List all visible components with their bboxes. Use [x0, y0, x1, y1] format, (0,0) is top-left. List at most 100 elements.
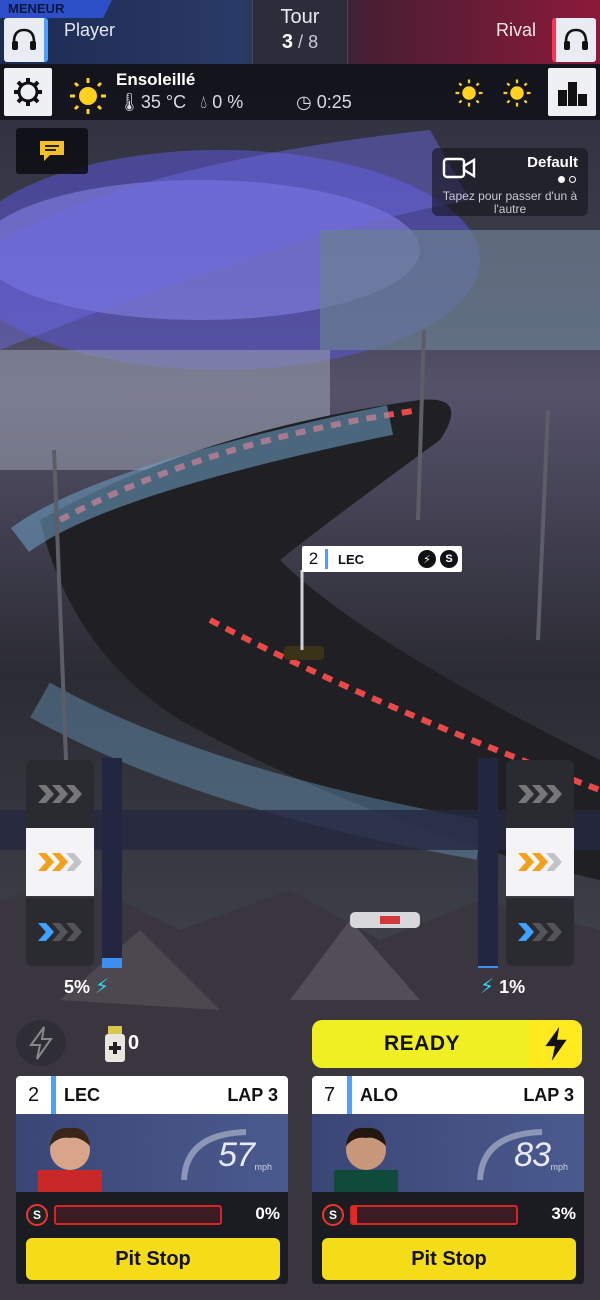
- double-chevron-icon: [518, 853, 562, 871]
- forecast-sun-icon: [503, 79, 531, 107]
- left-ers-selector: [26, 760, 94, 966]
- driver-number: 2: [16, 1076, 56, 1114]
- right-ers-value: 1%: [499, 977, 526, 997]
- left-ers-percent: 5% ⚡︎: [64, 974, 109, 999]
- time-readout: ◷ 0:25: [296, 92, 352, 113]
- camera-hint: Tapez pour passer d'un à l'autre: [442, 189, 578, 216]
- tyre-wear-percent: 3%: [551, 1204, 576, 1223]
- rival-radio-button[interactable]: [552, 18, 596, 62]
- lightning-icon: ⚡︎: [480, 976, 495, 998]
- single-chevron-icon: [518, 923, 562, 941]
- droplet-icon: 💧︎: [200, 92, 213, 112]
- temperature-value: 35 °C: [140, 92, 187, 112]
- lap-title: Tour: [280, 6, 320, 28]
- standings-button[interactable]: [548, 68, 596, 116]
- camera-switch[interactable]: Default Tapez pour passer d'un à l'autre: [432, 148, 588, 216]
- lap-counter: Tour 3 / 8: [252, 0, 348, 64]
- driver-card-1: 2 LEC LAP 3 57 mph S 0% Pit Stop: [16, 1076, 288, 1284]
- driver-portrait-panel: 83 mph: [312, 1114, 584, 1192]
- tyre-wear-bar: [350, 1205, 518, 1225]
- tyre-soft-icon: S: [440, 550, 458, 568]
- speed-unit: mph: [550, 1162, 568, 1172]
- dot-inactive: [569, 176, 576, 183]
- tyre-compound-icon: S: [26, 1204, 48, 1226]
- lightning-icon: ⚡︎: [95, 976, 110, 998]
- ers-mode-medium-button[interactable]: [26, 828, 94, 896]
- ers-mode-high-button[interactable]: [506, 760, 574, 828]
- rain-value: 0 %: [212, 92, 244, 112]
- weather-condition: Ensoleillé: [116, 70, 196, 89]
- gear-icon: [14, 78, 42, 106]
- driver-code: LEC: [64, 1084, 100, 1105]
- lap-total: 8: [308, 32, 319, 52]
- boost-button[interactable]: [530, 1020, 582, 1068]
- driver-card-header: 2 LEC LAP 3: [16, 1076, 288, 1114]
- video-camera-icon: [442, 157, 476, 179]
- driver-portrait-avatar: [38, 1127, 102, 1192]
- track-driver-tag[interactable]: 2 LEC ⚡︎ S: [302, 546, 462, 572]
- lightning-outline-icon: [29, 1026, 53, 1060]
- thermometer-icon: 🌡︎: [118, 92, 141, 112]
- speed-unit: mph: [254, 1162, 272, 1172]
- ers-mode-low-button[interactable]: [506, 898, 574, 966]
- lap-current: 3: [281, 31, 294, 53]
- ready-button[interactable]: READY: [312, 1020, 582, 1068]
- pit-stop-button[interactable]: Pit Stop: [26, 1238, 280, 1280]
- tyre-wear-percent: 0%: [255, 1204, 280, 1223]
- ers-mode-low-button[interactable]: [26, 898, 94, 966]
- lightning-icon: [545, 1027, 567, 1061]
- ready-label: READY: [384, 1032, 461, 1055]
- triple-chevron-icon: [518, 785, 562, 803]
- race-header: MENEUR Player Tour 3 / 8 Rival: [0, 0, 600, 64]
- camera-page-dots: [558, 176, 576, 183]
- headset-icon: [564, 28, 588, 50]
- repair-kit-count: 0: [128, 1032, 140, 1054]
- pit-stop-button[interactable]: Pit Stop: [322, 1238, 576, 1280]
- single-chevron-icon: [38, 923, 82, 941]
- repair-kit-icon: [105, 1026, 125, 1062]
- rival-name: Rival: [495, 20, 536, 40]
- podium-icon: [558, 82, 587, 106]
- driver-portrait-panel: 57 mph: [16, 1114, 288, 1192]
- lap-separator: /: [293, 32, 309, 52]
- right-ers-gauge: [478, 758, 498, 968]
- ers-mode-medium-button[interactable]: [506, 828, 574, 896]
- tyre-compound-icon: S: [322, 1204, 344, 1226]
- driver-lap: LAP 3: [523, 1084, 574, 1105]
- chat-icon: [40, 141, 64, 161]
- rain-readout: 💧︎ 0 %: [200, 92, 243, 113]
- settings-button[interactable]: [4, 68, 52, 116]
- left-ers-gauge-fill: [102, 957, 122, 968]
- driver-portrait-avatar: [334, 1127, 398, 1192]
- time-value: 0:25: [316, 92, 352, 112]
- driver-controls: S 0% Pit Stop: [16, 1192, 288, 1284]
- driver-position: 2: [302, 549, 328, 569]
- driver-code: ALO: [360, 1084, 398, 1105]
- player-name: Player: [64, 20, 116, 40]
- player-radio-button[interactable]: [4, 18, 48, 62]
- clock-icon: ◷: [296, 92, 317, 112]
- forecast-sun-icon: [455, 79, 483, 107]
- driver-card-header: 7 ALO LAP 3: [312, 1076, 584, 1114]
- double-chevron-icon: [38, 853, 82, 871]
- driver-number: 7: [312, 1076, 352, 1114]
- tyre-wear-fill: [352, 1207, 357, 1223]
- overtake-button[interactable]: [16, 1020, 66, 1066]
- driver-code: LEC: [338, 551, 364, 567]
- lap-progress: 3 / 8: [253, 31, 347, 54]
- driver-card-2: 7 ALO LAP 3 83 mph S 3% Pit Stop: [312, 1076, 584, 1284]
- leader-badge: MENEUR: [0, 0, 112, 18]
- sun-icon: [70, 78, 106, 114]
- ers-mode-high-button[interactable]: [26, 760, 94, 828]
- chat-button[interactable]: [16, 128, 88, 174]
- temperature-readout: 🌡︎35 °C: [118, 92, 186, 113]
- triple-chevron-icon: [38, 785, 82, 803]
- driver-speed: 83: [514, 1136, 551, 1174]
- right-ers-gauge-fill: [478, 965, 498, 968]
- headset-icon: [12, 28, 36, 50]
- ers-icon: ⚡︎: [418, 550, 436, 568]
- driver-speed: 57: [218, 1136, 255, 1174]
- driver-controls: S 3% Pit Stop: [312, 1192, 584, 1284]
- driver-lap: LAP 3: [227, 1084, 278, 1105]
- left-ers-gauge: [102, 758, 122, 968]
